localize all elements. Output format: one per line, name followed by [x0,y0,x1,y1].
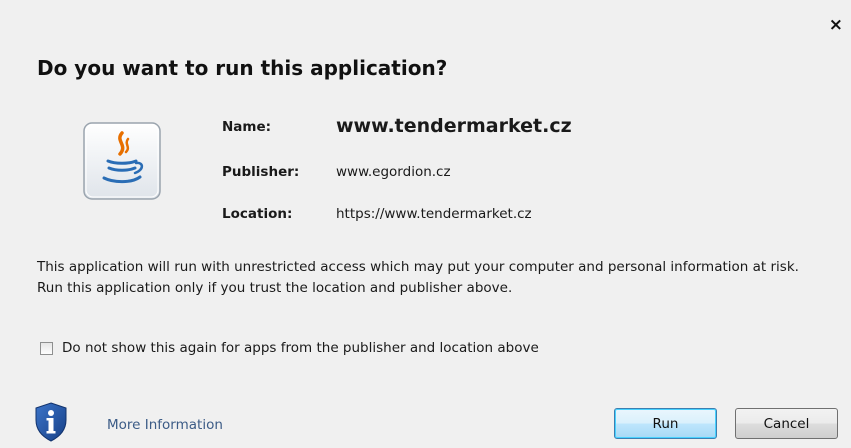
shield-info-icon [34,402,68,442]
close-button[interactable]: × [829,17,843,34]
run-button[interactable]: Run [614,408,717,439]
dialog-title: Do you want to run this application? [37,56,448,80]
security-dialog: × Do you want to run this application? N… [0,0,851,448]
dont-show-again-checkbox[interactable] [40,341,53,355]
location-value: https://www.tendermarket.cz [336,206,532,222]
risk-warning-text: This application will run with unrestric… [37,259,799,296]
location-label: Location: [222,206,293,222]
java-cup-icon [82,121,162,201]
more-information-link[interactable]: More Information [107,417,223,433]
publisher-value: www.egordion.cz [336,164,451,180]
name-value: www.tendermarket.cz [336,115,572,137]
dont-show-again-label[interactable]: Do not show this again for apps from the… [62,340,539,356]
publisher-label: Publisher: [222,164,300,180]
name-label: Name: [222,119,272,135]
dont-show-again-option[interactable]: Do not show this again for apps from the… [40,340,539,356]
cancel-button[interactable]: Cancel [735,408,838,439]
